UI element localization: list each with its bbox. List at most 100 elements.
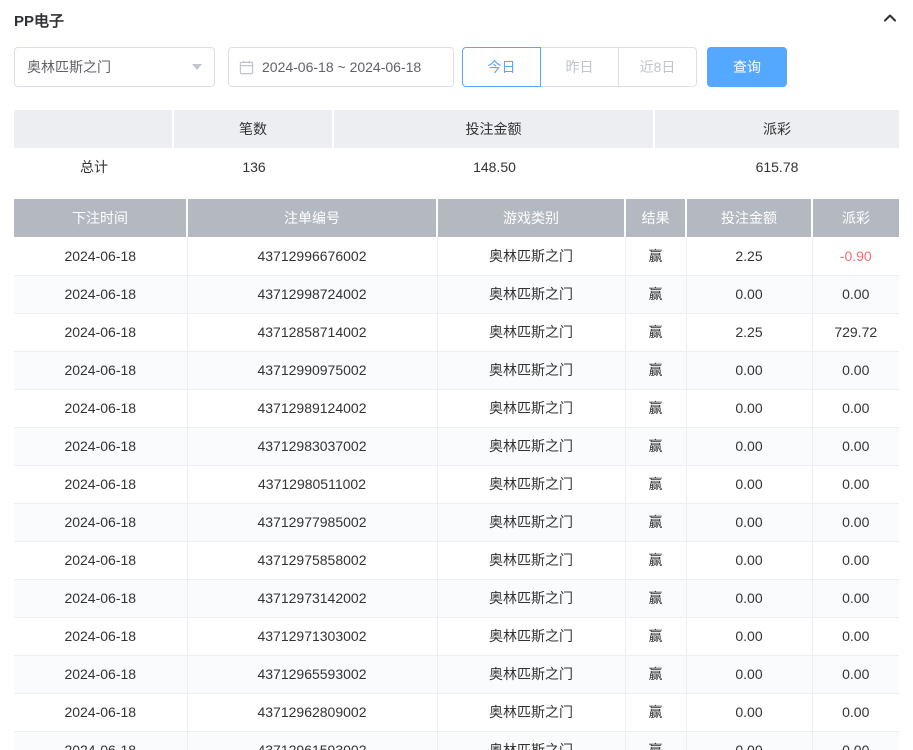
table-row: 2024-06-1843712998724002奥林匹斯之门赢0.000.00 <box>14 275 899 313</box>
cell-order-no: 43712971303002 <box>187 617 437 655</box>
cell-payout: 0.00 <box>812 655 899 693</box>
cell-order-no: 43712858714002 <box>187 313 437 351</box>
cell-bet-amount: 0.00 <box>686 541 812 579</box>
summary-total-row: 总计 136 148.50 615.78 <box>14 148 899 186</box>
summary-total-payout: 615.78 <box>655 148 899 186</box>
cell-game-type: 奥林匹斯之门 <box>437 389 625 427</box>
cell-order-no: 43712983037002 <box>187 427 437 465</box>
cell-payout: 0.00 <box>812 275 899 313</box>
table-row: 2024-06-1843712975858002奥林匹斯之门赢0.000.00 <box>14 541 899 579</box>
col-header-order-no: 注单编号 <box>187 199 437 237</box>
cell-payout: 0.00 <box>812 579 899 617</box>
cell-order-no: 43712973142002 <box>187 579 437 617</box>
cell-game-type: 奥林匹斯之门 <box>437 617 625 655</box>
table-row: 2024-06-1843712961593002奥林匹斯之门赢0.000.00 <box>14 731 899 750</box>
summary-table: 笔数 投注金额 派彩 总计 136 148.50 615.78 <box>14 110 899 186</box>
cell-game-type: 奥林匹斯之门 <box>437 541 625 579</box>
calendar-icon <box>239 60 254 75</box>
cell-payout: 0.00 <box>812 731 899 750</box>
cell-game-type: 奥林匹斯之门 <box>437 693 625 731</box>
bet-records-table: 下注时间 注单编号 游戏类别 结果 投注金额 派彩 2024-06-184371… <box>14 199 899 750</box>
chevron-down-icon <box>192 64 202 70</box>
cell-order-no: 43712975858002 <box>187 541 437 579</box>
summary-header-count: 笔数 <box>174 110 334 148</box>
cell-payout: 0.00 <box>812 389 899 427</box>
cell-bet-amount: 0.00 <box>686 427 812 465</box>
table-row: 2024-06-1843712965593002奥林匹斯之门赢0.000.00 <box>14 655 899 693</box>
summary-total-count: 136 <box>174 148 334 186</box>
cell-bet-amount: 0.00 <box>686 579 812 617</box>
cell-bet-amount: 2.25 <box>686 313 812 351</box>
collapse-panel-button[interactable] <box>881 10 899 31</box>
cell-game-type: 奥林匹斯之门 <box>437 579 625 617</box>
cell-bet-time: 2024-06-18 <box>14 313 187 351</box>
cell-game-type: 奥林匹斯之门 <box>437 313 625 351</box>
cell-bet-amount: 0.00 <box>686 465 812 503</box>
cell-result: 赢 <box>625 693 686 731</box>
last-8-days-button[interactable]: 近8日 <box>618 47 697 87</box>
cell-bet-time: 2024-06-18 <box>14 503 187 541</box>
game-select[interactable]: 奥林匹斯之门 <box>14 47 215 87</box>
cell-game-type: 奥林匹斯之门 <box>437 351 625 389</box>
cell-result: 赢 <box>625 427 686 465</box>
cell-game-type: 奥林匹斯之门 <box>437 465 625 503</box>
cell-payout: -0.90 <box>812 237 899 275</box>
table-row: 2024-06-1843712962809002奥林匹斯之门赢0.000.00 <box>14 693 899 731</box>
yesterday-button[interactable]: 昨日 <box>540 47 619 87</box>
cell-order-no: 43712998724002 <box>187 275 437 313</box>
cell-bet-amount: 0.00 <box>686 351 812 389</box>
cell-payout: 0.00 <box>812 541 899 579</box>
summary-total-bet-amount: 148.50 <box>334 148 655 186</box>
today-button[interactable]: 今日 <box>462 47 541 87</box>
cell-order-no: 43712989124002 <box>187 389 437 427</box>
page-title: PP电子 <box>14 10 64 31</box>
cell-order-no: 43712961593002 <box>187 731 437 750</box>
cell-result: 赢 <box>625 313 686 351</box>
summary-header-bet-amount: 投注金额 <box>334 110 655 148</box>
cell-order-no: 43712980511002 <box>187 465 437 503</box>
cell-payout: 0.00 <box>812 693 899 731</box>
cell-payout: 729.72 <box>812 313 899 351</box>
cell-result: 赢 <box>625 731 686 750</box>
bet-table-body: 2024-06-1843712996676002奥林匹斯之门赢2.25-0.90… <box>14 237 899 750</box>
cell-game-type: 奥林匹斯之门 <box>437 655 625 693</box>
table-row: 2024-06-1843712980511002奥林匹斯之门赢0.000.00 <box>14 465 899 503</box>
cell-result: 赢 <box>625 579 686 617</box>
cell-result: 赢 <box>625 465 686 503</box>
table-header-row: 下注时间 注单编号 游戏类别 结果 投注金额 派彩 <box>14 199 899 237</box>
cell-bet-amount: 0.00 <box>686 275 812 313</box>
cell-game-type: 奥林匹斯之门 <box>437 237 625 275</box>
cell-result: 赢 <box>625 617 686 655</box>
quick-date-button-group: 今日 昨日 近8日 <box>462 47 697 87</box>
cell-game-type: 奥林匹斯之门 <box>437 427 625 465</box>
cell-result: 赢 <box>625 275 686 313</box>
query-button[interactable]: 查询 <box>707 47 787 87</box>
table-row: 2024-06-1843712989124002奥林匹斯之门赢0.000.00 <box>14 389 899 427</box>
pp-electronic-panel: PP电子 奥林匹斯之门 2024-06-18 ~ 2024-06-18 <box>0 0 913 750</box>
cell-bet-time: 2024-06-18 <box>14 237 187 275</box>
cell-bet-time: 2024-06-18 <box>14 351 187 389</box>
summary-header-payout: 派彩 <box>655 110 899 148</box>
summary-header-empty <box>14 110 174 148</box>
col-header-bet-time: 下注时间 <box>14 199 187 237</box>
cell-payout: 0.00 <box>812 465 899 503</box>
cell-payout: 0.00 <box>812 427 899 465</box>
cell-bet-time: 2024-06-18 <box>14 617 187 655</box>
cell-bet-amount: 0.00 <box>686 731 812 750</box>
cell-bet-time: 2024-06-18 <box>14 541 187 579</box>
table-row: 2024-06-1843712983037002奥林匹斯之门赢0.000.00 <box>14 427 899 465</box>
cell-bet-time: 2024-06-18 <box>14 275 187 313</box>
game-select-value: 奥林匹斯之门 <box>27 57 111 77</box>
table-row: 2024-06-1843712858714002奥林匹斯之门赢2.25729.7… <box>14 313 899 351</box>
date-range-picker[interactable]: 2024-06-18 ~ 2024-06-18 <box>228 47 454 87</box>
cell-bet-time: 2024-06-18 <box>14 731 187 750</box>
cell-result: 赢 <box>625 389 686 427</box>
cell-bet-time: 2024-06-18 <box>14 389 187 427</box>
table-row: 2024-06-1843712973142002奥林匹斯之门赢0.000.00 <box>14 579 899 617</box>
cell-bet-time: 2024-06-18 <box>14 693 187 731</box>
cell-bet-amount: 0.00 <box>686 389 812 427</box>
cell-bet-amount: 0.00 <box>686 655 812 693</box>
cell-bet-amount: 0.00 <box>686 693 812 731</box>
table-row: 2024-06-1843712977985002奥林匹斯之门赢0.000.00 <box>14 503 899 541</box>
cell-payout: 0.00 <box>812 503 899 541</box>
